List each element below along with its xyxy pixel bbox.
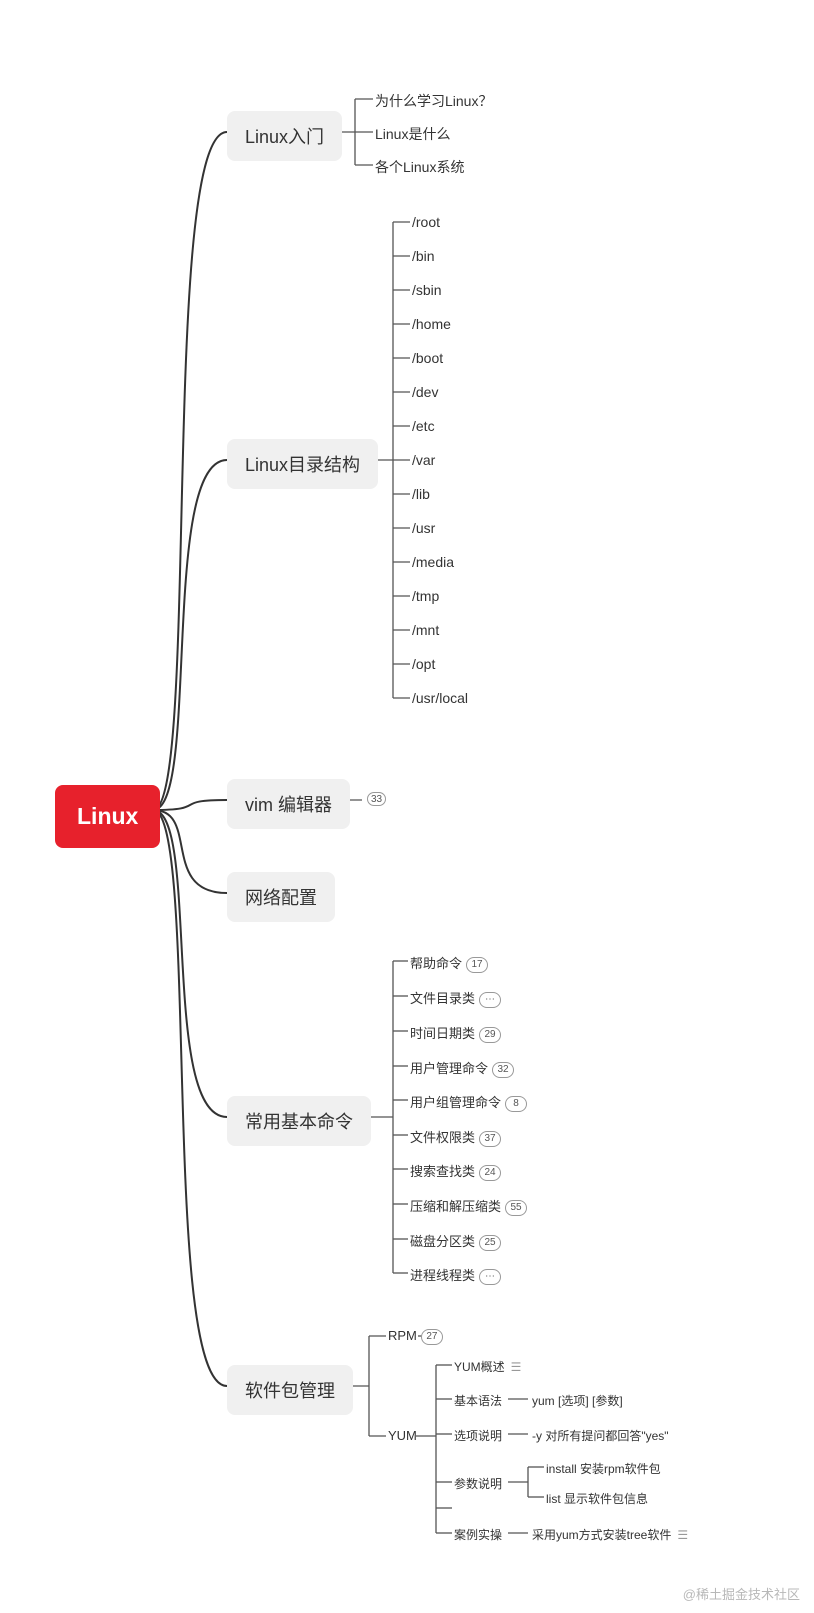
leaf-yum-options[interactable]: 选项说明 — [454, 1427, 502, 1444]
leaf-dir-8[interactable]: /lib — [412, 486, 430, 502]
root-node[interactable]: Linux — [55, 785, 160, 848]
leaf-dir-12[interactable]: /mnt — [412, 622, 439, 638]
leaf-yum[interactable]: YUM — [388, 1428, 417, 1443]
leaf-intro-0[interactable]: 为什么学习Linux？ — [375, 91, 492, 111]
note-icon-2: ☰ — [677, 1528, 688, 1542]
badge-cmd-4: 8 — [505, 1096, 527, 1112]
leaf-cmd-5[interactable]: 文件权限类37 — [410, 1127, 501, 1147]
leaf-yum-param-install[interactable]: install 安装rpm软件包 — [546, 1460, 661, 1477]
leaf-dir-6[interactable]: /etc — [412, 418, 435, 434]
leaf-cmd-2[interactable]: 时间日期类29 — [410, 1023, 501, 1043]
leaf-cmd-1[interactable]: 文件目录类 — [410, 988, 501, 1008]
badge-cmd-1 — [479, 992, 501, 1008]
leaf-dir-0[interactable]: /root — [412, 214, 440, 230]
leaf-intro-1[interactable]: Linux是什么 — [375, 124, 450, 144]
leaf-cmd-7[interactable]: 压缩和解压缩类55 — [410, 1196, 527, 1216]
badge-cmd-6: 24 — [479, 1165, 501, 1181]
leaf-yum-case[interactable]: 案例实操 — [454, 1526, 502, 1543]
note-icon: ☰ — [511, 1360, 522, 1374]
leaf-yum-syntax[interactable]: 基本语法 — [454, 1392, 502, 1409]
leaf-yum-param-list[interactable]: list 显示软件包信息 — [546, 1490, 648, 1507]
leaf-cmd-9[interactable]: 进程线程类 — [410, 1265, 501, 1285]
leaf-dir-2[interactable]: /sbin — [412, 282, 442, 298]
branch-intro[interactable]: Linux入门 — [227, 111, 342, 161]
branch-cmds[interactable]: 常用基本命令 — [227, 1096, 371, 1146]
leaf-dir-5[interactable]: /dev — [412, 384, 438, 400]
leaf-yum-case-detail[interactable]: 采用yum方式安装tree软件☰ — [532, 1526, 688, 1543]
watermark: @稀土掘金技术社区 — [683, 1584, 800, 1603]
leaf-dir-9[interactable]: /usr — [412, 520, 435, 536]
badge-cmd-3: 32 — [492, 1062, 514, 1078]
leaf-dir-11[interactable]: /tmp — [412, 588, 439, 604]
badge-cmd-7: 55 — [505, 1200, 527, 1216]
leaf-cmd-4[interactable]: 用户组管理命令8 — [410, 1092, 527, 1112]
branch-vim[interactable]: vim 编辑器 — [227, 779, 350, 829]
leaf-cmd-6[interactable]: 搜索查找类24 — [410, 1161, 501, 1181]
leaf-yum-option-y[interactable]: -y 对所有提问都回答"yes" — [532, 1427, 669, 1444]
leaf-yum-overview[interactable]: YUM概述☰ — [454, 1358, 521, 1375]
badge-cmd-8: 25 — [479, 1235, 501, 1251]
leaf-dir-14[interactable]: /usr/local — [412, 690, 468, 706]
leaf-dir-4[interactable]: /boot — [412, 350, 443, 366]
badge-cmd-9 — [479, 1269, 501, 1285]
branch-net[interactable]: 网络配置 — [227, 872, 335, 922]
mindmap-canvas: Linux Linux入门 Linux目录结构 vim 编辑器 网络配置 常用基… — [0, 0, 814, 1613]
badge-vim[interactable]: 33 — [367, 792, 386, 806]
leaf-dir-3[interactable]: /home — [412, 316, 451, 332]
leaf-dir-10[interactable]: /media — [412, 554, 454, 570]
badge-cmd-2: 29 — [479, 1027, 501, 1043]
branch-pkg[interactable]: 软件包管理 — [227, 1365, 353, 1415]
leaf-dir-7[interactable]: /var — [412, 452, 435, 468]
badge-rpm: 27 — [421, 1329, 443, 1345]
leaf-yum-params[interactable]: 参数说明 — [454, 1475, 502, 1492]
root-label: Linux — [77, 803, 138, 829]
branch-dirs[interactable]: Linux目录结构 — [227, 439, 378, 489]
leaf-dir-13[interactable]: /opt — [412, 656, 435, 672]
leaf-intro-2[interactable]: 各个Linux系统 — [375, 157, 464, 177]
leaf-yum-syntax-detail[interactable]: yum [选项] [参数] — [532, 1392, 623, 1409]
leaf-dir-1[interactable]: /bin — [412, 248, 435, 264]
leaf-cmd-8[interactable]: 磁盘分区类25 — [410, 1231, 501, 1251]
leaf-cmd-3[interactable]: 用户管理命令32 — [410, 1058, 514, 1078]
leaf-cmd-0[interactable]: 帮助命令17 — [410, 953, 488, 973]
badge-cmd-5: 37 — [479, 1131, 501, 1147]
badge-cmd-0: 17 — [466, 957, 488, 973]
leaf-rpm[interactable]: RPM27 — [388, 1328, 443, 1345]
